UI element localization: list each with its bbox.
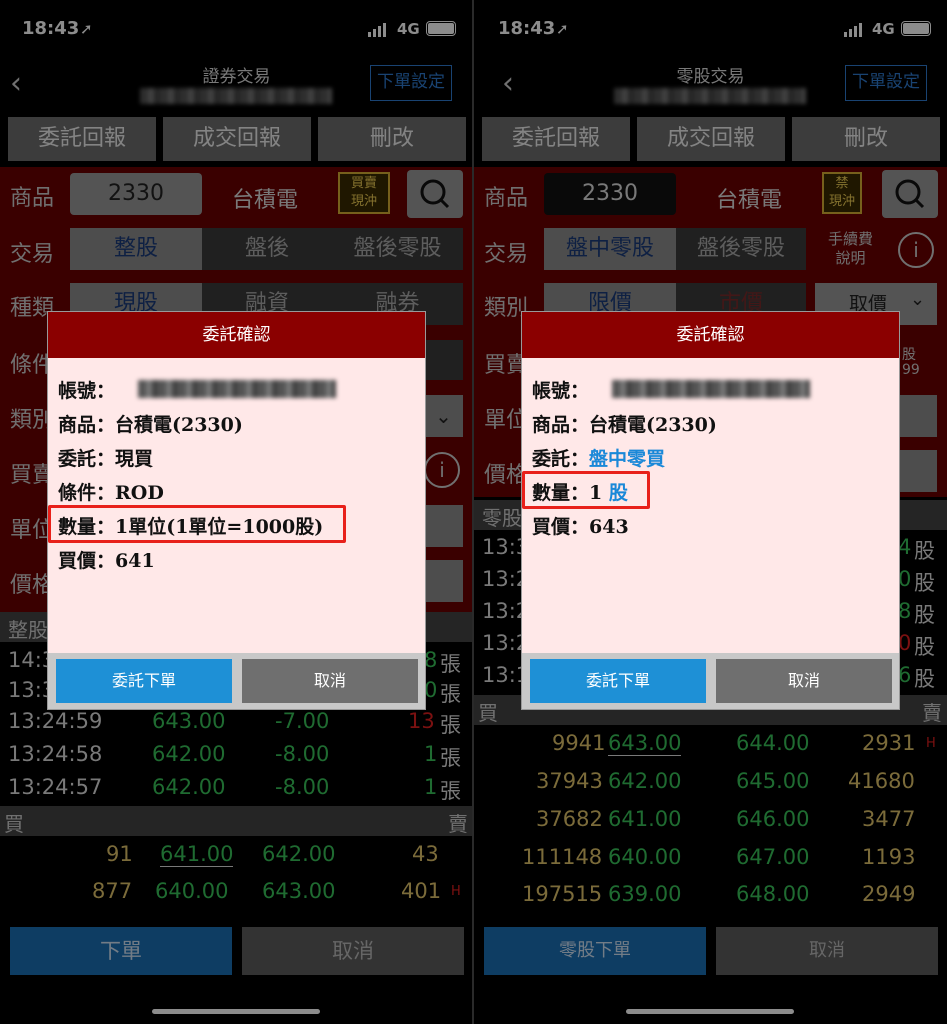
- order-confirm-dialog: 委託確認 帳號： 商品：台積電(2330) 委託：現買 條件：ROD 數量：1單…: [47, 311, 426, 710]
- dialog-order-label: 委託：: [532, 448, 590, 470]
- dialog-footer: 委託下單 取消: [522, 653, 899, 709]
- dialog-cancel-button[interactable]: 取消: [716, 659, 892, 703]
- order-confirm-dialog: 委託確認 帳號： 商品：台積電(2330) 委託：盤中零買 數量：1 股 買價：…: [521, 311, 900, 710]
- dialog-order-type: 委託：盤中零買: [532, 444, 665, 471]
- confirm-order-button[interactable]: 委託下單: [56, 659, 232, 703]
- quantity-highlight-box: [522, 471, 650, 509]
- dialog-title: 委託確認: [522, 312, 899, 358]
- dialog-product: 商品：台積電(2330): [58, 414, 243, 436]
- left-phone-screen: 18:43 ➚ 4G ‹ 證券交易 下單設定 委託回報 成交回報 刪改 商品 2…: [0, 0, 473, 1024]
- quantity-highlight-box: [48, 505, 346, 543]
- dialog-condition: 條件：ROD: [58, 482, 164, 504]
- dialog-cancel-button[interactable]: 取消: [242, 659, 418, 703]
- dialog-price: 買價：641: [58, 550, 155, 572]
- dialog-account-label: 帳號：: [58, 380, 116, 402]
- dialog-order-value: 盤中零買: [589, 448, 666, 470]
- dialog-product: 商品：台積電(2330): [532, 414, 717, 436]
- dialog-footer: 委託下單 取消: [48, 653, 425, 709]
- dialog-account-label: 帳號：: [532, 380, 590, 402]
- right-phone-screen: 18:43 ➚ 4G ‹ 零股交易 下單設定 委託回報 成交回報 刪改 商品 2…: [474, 0, 947, 1024]
- dialog-title: 委託確認: [48, 312, 425, 358]
- dialog-price: 買價：643: [532, 516, 629, 538]
- dialog-order-type: 委託：現買: [58, 448, 154, 470]
- confirm-order-button[interactable]: 委託下單: [530, 659, 706, 703]
- dialog-account-blurred: [612, 380, 810, 398]
- dialog-account-blurred: [138, 380, 336, 398]
